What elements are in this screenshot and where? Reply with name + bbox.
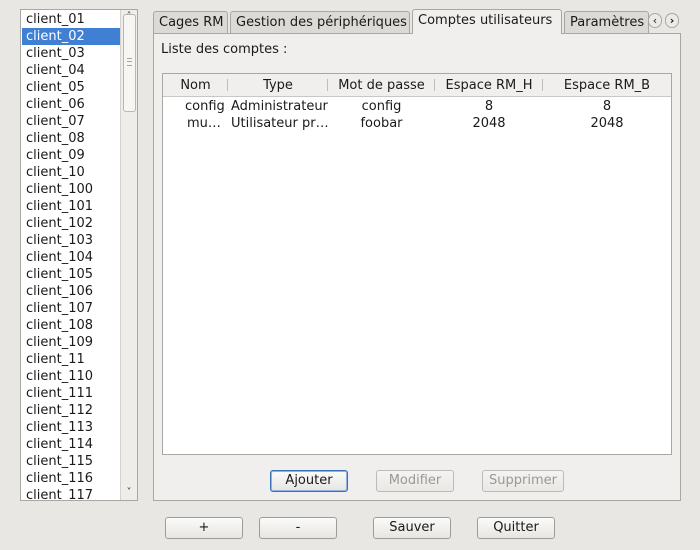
client-list[interactable]: client_01 client_02 client_03 client_04 clie… <box>20 9 138 501</box>
cell-espace-rm-b: 2048 <box>590 116 624 131</box>
scrollbar-thumb[interactable] <box>123 14 136 112</box>
column-header-espace-rm-h[interactable]: Espace RM_H <box>435 74 543 96</box>
client-list-item[interactable]: client_116 <box>22 470 121 487</box>
client-list-item[interactable]: client_09 <box>22 147 121 164</box>
client-list-item[interactable]: client_108 <box>22 317 121 334</box>
tab-scroll-left-icon[interactable]: ‹ <box>648 13 662 28</box>
client-list-item[interactable]: client_106 <box>22 283 121 300</box>
quit-button[interactable]: Quitter <box>477 517 555 539</box>
accounts-panel: Liste des comptes : Nom Type Mot de pass… <box>153 33 681 501</box>
grip-icon <box>127 58 132 66</box>
client-list-item[interactable]: client_100 <box>22 181 121 198</box>
client-list-item[interactable]: client_117 <box>22 487 121 500</box>
tab-parametres[interactable]: Paramètres <box>564 11 649 33</box>
delete-account-button[interactable]: Supprimer <box>482 470 564 492</box>
client-list-item[interactable]: client_112 <box>22 402 121 419</box>
cell-mot-de-passe: foobar <box>360 116 403 131</box>
tab-label: Cages RM <box>159 15 224 30</box>
client-list-item[interactable]: client_114 <box>22 436 121 453</box>
client-list-item[interactable]: client_102 <box>22 215 121 232</box>
tab-label: Comptes utilisateurs <box>418 13 553 28</box>
client-list-item[interactable]: client_109 <box>22 334 121 351</box>
cell-nom: config <box>185 99 225 114</box>
client-list-item[interactable]: client_110 <box>22 368 121 385</box>
client-list-item[interactable]: client_01 <box>22 11 121 28</box>
cell-nom: mu… <box>187 116 221 131</box>
client-list-item[interactable]: client_06 <box>22 96 121 113</box>
client-list-item[interactable]: client_08 <box>22 130 121 147</box>
client-list-item[interactable]: client_103 <box>22 232 121 249</box>
client-list-item[interactable]: client_10 <box>22 164 121 181</box>
client-list-item[interactable]: client_04 <box>22 62 121 79</box>
client-items: client_01 client_02 client_03 client_04 clie… <box>22 11 121 500</box>
table-row[interactable]: mu… Utilisateur pr… foobar 2048 2048 <box>163 115 671 132</box>
client-list-item[interactable]: client_03 <box>22 45 121 62</box>
client-list-item[interactable]: client_104 <box>22 249 121 266</box>
tab-scroll-right-icon[interactable]: › <box>665 13 679 28</box>
client-list-item[interactable]: client_111 <box>22 385 121 402</box>
client-list-item[interactable]: client_101 <box>22 198 121 215</box>
table-row[interactable]: config Administrateur config 8 8 <box>163 98 671 115</box>
client-list-item[interactable]: client_115 <box>22 453 121 470</box>
client-list-item[interactable]: client_105 <box>22 266 121 283</box>
tab-bar: Cages RM Gestion des périphériques Compt… <box>153 9 681 34</box>
scroll-down-icon[interactable]: ˅ <box>121 486 137 500</box>
accounts-table[interactable]: Nom Type Mot de passe Espace RM_H Espace… <box>162 73 672 455</box>
client-list-item[interactable]: client_07 <box>22 113 121 130</box>
cell-espace-rm-b: 8 <box>602 99 612 114</box>
add-account-button[interactable]: Ajouter <box>270 470 348 492</box>
edit-account-button[interactable]: Modifier <box>376 470 454 492</box>
client-list-item[interactable]: client_02 <box>22 28 121 45</box>
column-header-type[interactable]: Type <box>228 74 328 96</box>
cell-type: Utilisateur pr… <box>231 116 329 131</box>
tab-cages-rm[interactable]: Cages RM <box>153 11 228 33</box>
column-header-nom[interactable]: Nom <box>163 74 228 96</box>
save-button[interactable]: Sauver <box>373 517 451 539</box>
accounts-list-label: Liste des comptes : <box>161 42 288 57</box>
column-header-mot-de-passe[interactable]: Mot de passe <box>328 74 435 96</box>
tab-gestion-peripheriques[interactable]: Gestion des périphériques <box>230 11 410 33</box>
client-list-scrollbar[interactable]: ˄ ˅ <box>120 10 137 500</box>
remove-client-button[interactable]: - <box>259 517 337 539</box>
column-header-espace-rm-b[interactable]: Espace RM_B <box>543 74 671 96</box>
tab-label: Gestion des périphériques <box>236 15 407 30</box>
client-list-item[interactable]: client_05 <box>22 79 121 96</box>
cell-mot-de-passe: config <box>361 99 402 114</box>
client-list-item[interactable]: client_107 <box>22 300 121 317</box>
tab-label: Paramètres <box>570 15 645 30</box>
cell-espace-rm-h: 8 <box>484 99 494 114</box>
cell-espace-rm-h: 2048 <box>472 116 506 131</box>
tab-comptes-utilisateurs[interactable]: Comptes utilisateurs <box>412 9 562 34</box>
add-client-button[interactable]: + <box>165 517 243 539</box>
client-list-item[interactable]: client_113 <box>22 419 121 436</box>
client-list-item[interactable]: client_11 <box>22 351 121 368</box>
cell-type: Administrateur <box>231 99 328 114</box>
table-header: Nom Type Mot de passe Espace RM_H Espace… <box>163 74 671 97</box>
